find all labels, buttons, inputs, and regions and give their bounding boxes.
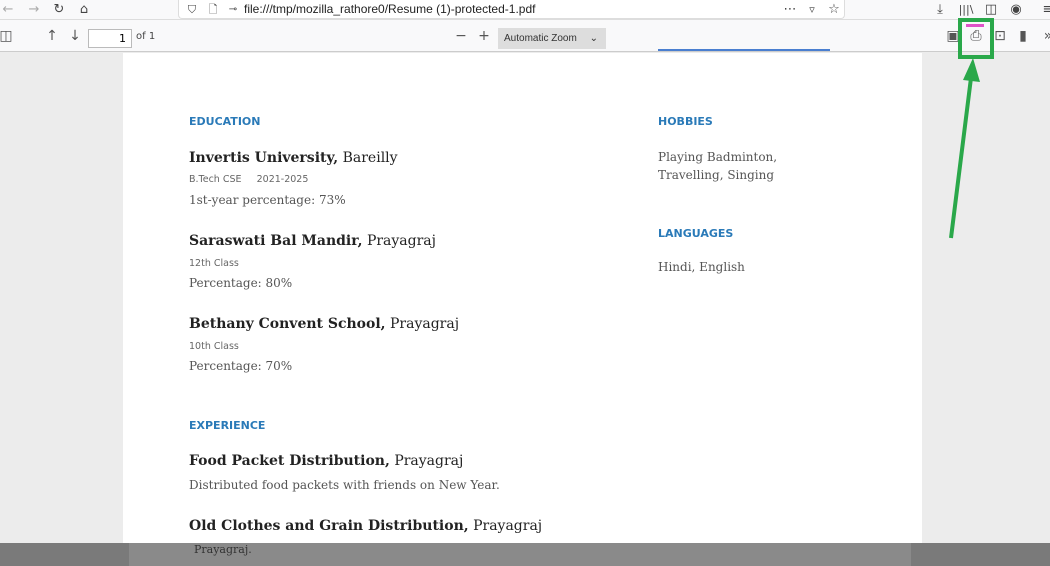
annotation-arrow bbox=[949, 77, 973, 239]
education-detail: Percentage: 80% bbox=[189, 276, 293, 290]
url-text[interactable]: file:///tmp/mozilla_rathore0/Resume (1)-… bbox=[244, 2, 535, 16]
education-meta: 12th Class bbox=[189, 258, 239, 269]
library-icon[interactable]: |||\ bbox=[958, 0, 974, 20]
pocket-icon[interactable]: ▿ bbox=[804, 0, 820, 20]
menu-icon[interactable]: ≡ bbox=[1040, 0, 1050, 20]
hobbies-line: Playing Badminton, bbox=[658, 150, 778, 164]
pdf-toolbar: ◫ ↑ ↓ 1 of 1 − + Automatic Zoom ⌄ ▣ ⎙ ⊡ ▮… bbox=[0, 20, 1050, 52]
sidebar-toggle-icon[interactable]: ◫ bbox=[0, 26, 14, 46]
forward-icon[interactable]: → bbox=[26, 0, 42, 20]
reload-icon[interactable]: ↻ bbox=[51, 0, 67, 20]
hobbies-line: Travelling, Singing bbox=[658, 168, 775, 182]
languages-heading: LANGUAGES bbox=[658, 227, 734, 240]
experience-detail: Distributed food packets with friends on… bbox=[189, 478, 500, 492]
home-icon[interactable]: ⌂ bbox=[76, 0, 92, 20]
page-count: of 1 bbox=[136, 31, 156, 42]
hobbies-heading: HOBBIES bbox=[658, 115, 713, 128]
back-icon[interactable]: ← bbox=[0, 0, 16, 20]
presentation-icon[interactable]: ▣ bbox=[945, 26, 961, 46]
more-icon[interactable]: ⋯ bbox=[782, 0, 798, 20]
education-detail: 1st-year percentage: 73% bbox=[189, 193, 346, 207]
education-detail: Percentage: 70% bbox=[189, 359, 293, 373]
zoom-out-icon[interactable]: − bbox=[453, 26, 469, 46]
zoom-select[interactable]: Automatic Zoom ⌄ bbox=[498, 28, 606, 49]
chevron-down-icon: ⌄ bbox=[589, 33, 598, 44]
next-page-icon[interactable]: ↓ bbox=[67, 26, 83, 46]
experience-title: Old Clothes and Grain Distribution, Pray… bbox=[189, 518, 543, 534]
page-number-input[interactable]: 1 bbox=[88, 29, 132, 48]
save-icon[interactable]: ⊡ bbox=[992, 26, 1008, 46]
previous-page-icon[interactable]: ↑ bbox=[44, 26, 60, 46]
browser-navbar: ← → ↻ ⌂ ⛉ 🗋 ⊸ file:///tmp/mozilla_rathor… bbox=[0, 0, 1050, 20]
education-school: Invertis University, Bareilly bbox=[189, 150, 398, 166]
star-icon[interactable]: ☆ bbox=[826, 0, 842, 20]
education-school: Bethany Convent School, Prayagraj bbox=[189, 316, 460, 332]
zoom-in-icon[interactable]: + bbox=[476, 26, 492, 46]
shield-icon[interactable]: ⛉ bbox=[184, 0, 200, 20]
arrow-head bbox=[963, 58, 980, 82]
experience-heading: EXPERIENCE bbox=[189, 419, 266, 432]
download-icon[interactable]: ⤓ bbox=[932, 0, 948, 20]
key-icon: ⊸ bbox=[228, 4, 238, 15]
pdf-page: EDUCATION Invertis University, Bareilly … bbox=[123, 49, 922, 543]
print-icon[interactable]: ⎙ bbox=[968, 26, 984, 46]
bookmark-icon[interactable]: ▮ bbox=[1015, 26, 1031, 46]
education-meta: B.Tech CSE 2021-2025 bbox=[189, 174, 309, 185]
experience-title: Food Packet Distribution, Prayagraj bbox=[189, 453, 464, 469]
page-icon: 🗋 bbox=[208, 3, 218, 16]
dimmed-text: Prayagraj. bbox=[194, 543, 252, 556]
education-school: Saraswati Bal Mandir, Prayagraj bbox=[189, 233, 436, 249]
link-underline bbox=[658, 49, 830, 51]
education-heading: EDUCATION bbox=[189, 115, 261, 128]
sidebar-icon[interactable]: ◫ bbox=[983, 0, 999, 20]
zoom-value: Automatic Zoom bbox=[504, 33, 577, 44]
languages-text: Hindi, English bbox=[658, 260, 745, 274]
account-icon[interactable]: ◉ bbox=[1008, 0, 1024, 20]
url-bar[interactable]: ⛉ 🗋 ⊸ file:///tmp/mozilla_rathore0/Resum… bbox=[178, 0, 845, 19]
tools-icon[interactable]: » bbox=[1040, 26, 1050, 46]
education-meta: 10th Class bbox=[189, 341, 239, 352]
